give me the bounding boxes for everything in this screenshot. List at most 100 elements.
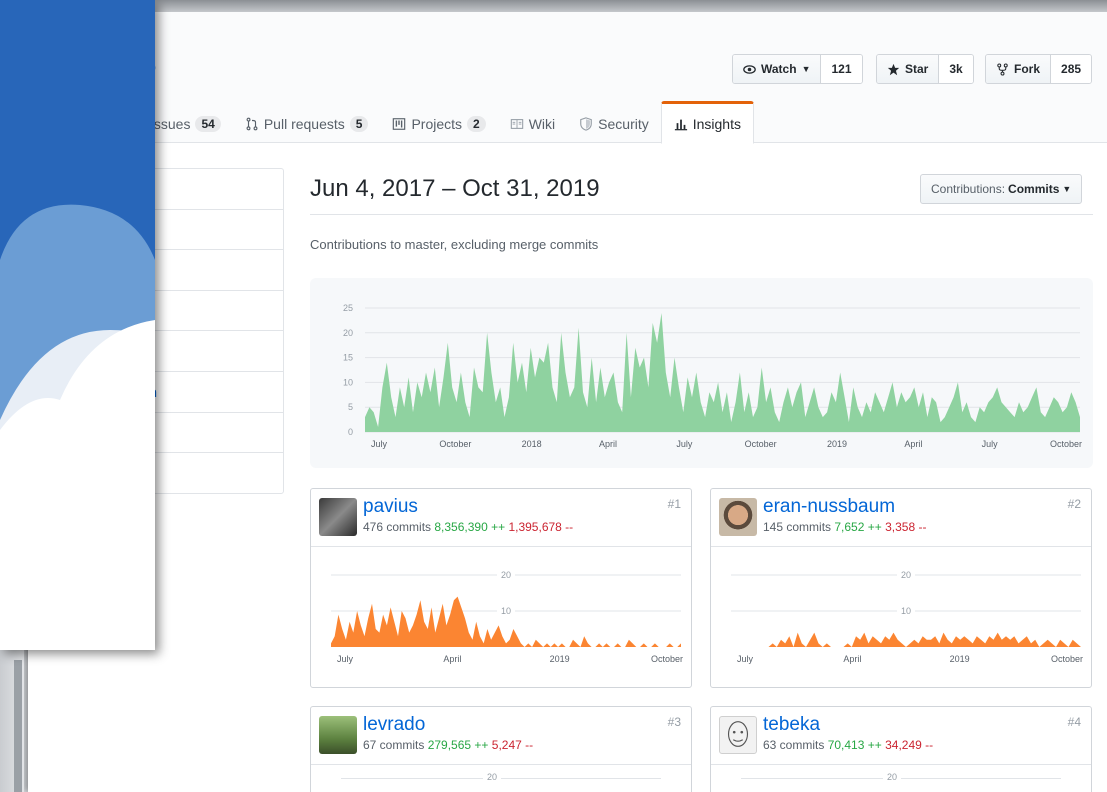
x-tick-label: October [651,654,683,664]
contributor-name-link[interactable]: pavius [363,496,418,518]
divider [310,214,1093,215]
deletions-count: 5,247 -- [491,738,534,752]
x-tick-label: July [737,654,754,664]
caricature-avatar-icon [727,721,749,747]
y-tick-label: 10 [501,606,511,616]
date-range-heading: Jun 4, 2017 – Oct 31, 2019 [310,175,600,202]
fork-icon [997,62,1008,76]
contributor-card-header: levrado 67 commits 279,565 ++ 5,247 -- #… [311,707,691,765]
x-tick-label: July [982,439,999,449]
tab-label: Insights [692,115,741,132]
star-button[interactable]: Star [877,55,940,83]
project-icon [393,118,406,130]
x-tick-label: October [745,439,777,449]
contributor-area-chart: 10 20 July April 2019 October [331,570,683,664]
deletions-count: 1,395,678 -- [508,520,574,534]
contributor-card: eran-nussbaum 145 commits 7,652 ++ 3,358… [710,488,1092,688]
avatar[interactable] [319,716,357,754]
rank-badge: #1 [667,497,681,511]
commit-count[interactable]: 67 commits [363,738,424,752]
tab-label: Issues [150,116,191,132]
rank-badge: #4 [1067,715,1081,729]
series-area [331,596,681,647]
eye-icon [743,64,756,74]
cloud-logo-icon [0,204,155,650]
additions-count: 7,652 ++ [834,520,882,534]
y-tick-label: 20 [883,772,902,782]
tab-pull-requests[interactable]: Pull requests 5 [233,105,381,143]
deletions-count: 3,358 -- [885,520,927,534]
book-icon [510,119,523,129]
x-tick-label: 2019 [950,654,970,664]
caret-down-icon: ▼ [1062,184,1072,194]
y-tick-label: 5 [348,402,353,412]
additions-count: 8,356,390 ++ [434,520,506,534]
avatar[interactable] [319,498,357,536]
contributor-name-link[interactable]: tebeka [763,714,820,736]
star-icon [887,63,900,75]
x-tick-label: April [904,439,922,449]
avatar[interactable] [719,498,757,536]
watch-button[interactable]: Watch ▼ [733,55,822,83]
y-tick-label: 25 [343,303,353,313]
x-tick-label: October [439,439,471,449]
x-tick-label: 2019 [827,439,847,449]
y-tick-label: 20 [343,328,353,338]
tab-label: Projects [411,116,463,132]
tab-security[interactable]: Security [567,105,661,143]
x-tick-label: 2018 [522,439,542,449]
watch-count[interactable]: 121 [821,55,862,83]
commits-area-chart: 0 5 10 15 20 25 July October 2018 April July Octobe… [343,303,1082,449]
window-top-edge [155,0,1107,12]
shield-icon [580,117,592,131]
contributor-name-link[interactable]: eran-nussbaum [763,496,895,518]
contributor-stats: 67 commits 279,565 ++ 5,247 -- [363,738,533,752]
commits-chart-container: 0 5 10 15 20 25 July October 2018 April July Octobe… [310,278,1093,468]
y-tick-label: 0 [348,427,353,437]
y-tick-label: 20 [501,570,511,580]
tab-wiki[interactable]: Wiki [498,105,567,143]
star-button-group: Star 3k [876,54,974,84]
star-label: Star [905,62,929,76]
tab-counter: 5 [349,116,369,132]
x-tick-label: April [443,654,461,664]
star-count[interactable]: 3k [939,55,973,83]
rank-badge: #3 [667,715,681,729]
fork-count[interactable]: 285 [1051,55,1092,83]
series-area [365,313,1080,432]
deletions-count: 34,249 -- [885,738,934,752]
dropdown-prefix: Contributions: [931,182,1006,196]
tab-counter: 54 [195,116,221,132]
watch-button-group: Watch ▼ 121 [732,54,863,84]
pull-request-icon [246,117,258,131]
commit-count[interactable]: 476 commits [363,520,431,534]
contributor-stats: 63 commits 70,413 ++ 34,249 -- [763,738,933,752]
contributions-dropdown[interactable]: Contributions: Commits ▼ [920,174,1083,204]
tab-label: Security [598,116,649,132]
contributor-card: pavius 476 commits 8,356,390 ++ 1,395,67… [310,488,692,688]
y-tick-label: 20 [483,772,502,782]
contributor-name-link[interactable]: levrado [363,714,425,736]
caret-down-icon: ▼ [801,64,811,74]
additions-count: 70,413 ++ [827,738,882,752]
tab-label: Wiki [528,116,556,132]
commit-count[interactable]: 63 commits [763,738,824,752]
watch-label: Watch [761,62,797,76]
tab-projects[interactable]: Projects 2 [380,105,497,143]
fork-button[interactable]: Fork [986,55,1052,83]
github-window: uclio Watch ▼ 121 Star 3k Fork 285 [28,12,1107,792]
tab-insights[interactable]: Insights [660,101,754,144]
y-tick-label: 15 [343,353,353,363]
x-tick-label: April [843,654,861,664]
x-tick-label: October [1050,439,1082,449]
fork-button-group: Fork 285 [985,54,1093,84]
overlapping-app-window[interactable] [0,0,155,650]
avatar[interactable] [719,716,757,754]
fork-label: Fork [1014,62,1041,76]
dropdown-value: Commits [1008,182,1060,196]
x-tick-label: July [371,439,388,449]
scrollbar[interactable] [14,660,22,792]
contributor-card: tebeka 63 commits 70,413 ++ 34,249 -- #4… [710,706,1092,792]
contributor-card: levrado 67 commits 279,565 ++ 5,247 -- #… [310,706,692,792]
commit-count[interactable]: 145 commits [763,520,831,534]
